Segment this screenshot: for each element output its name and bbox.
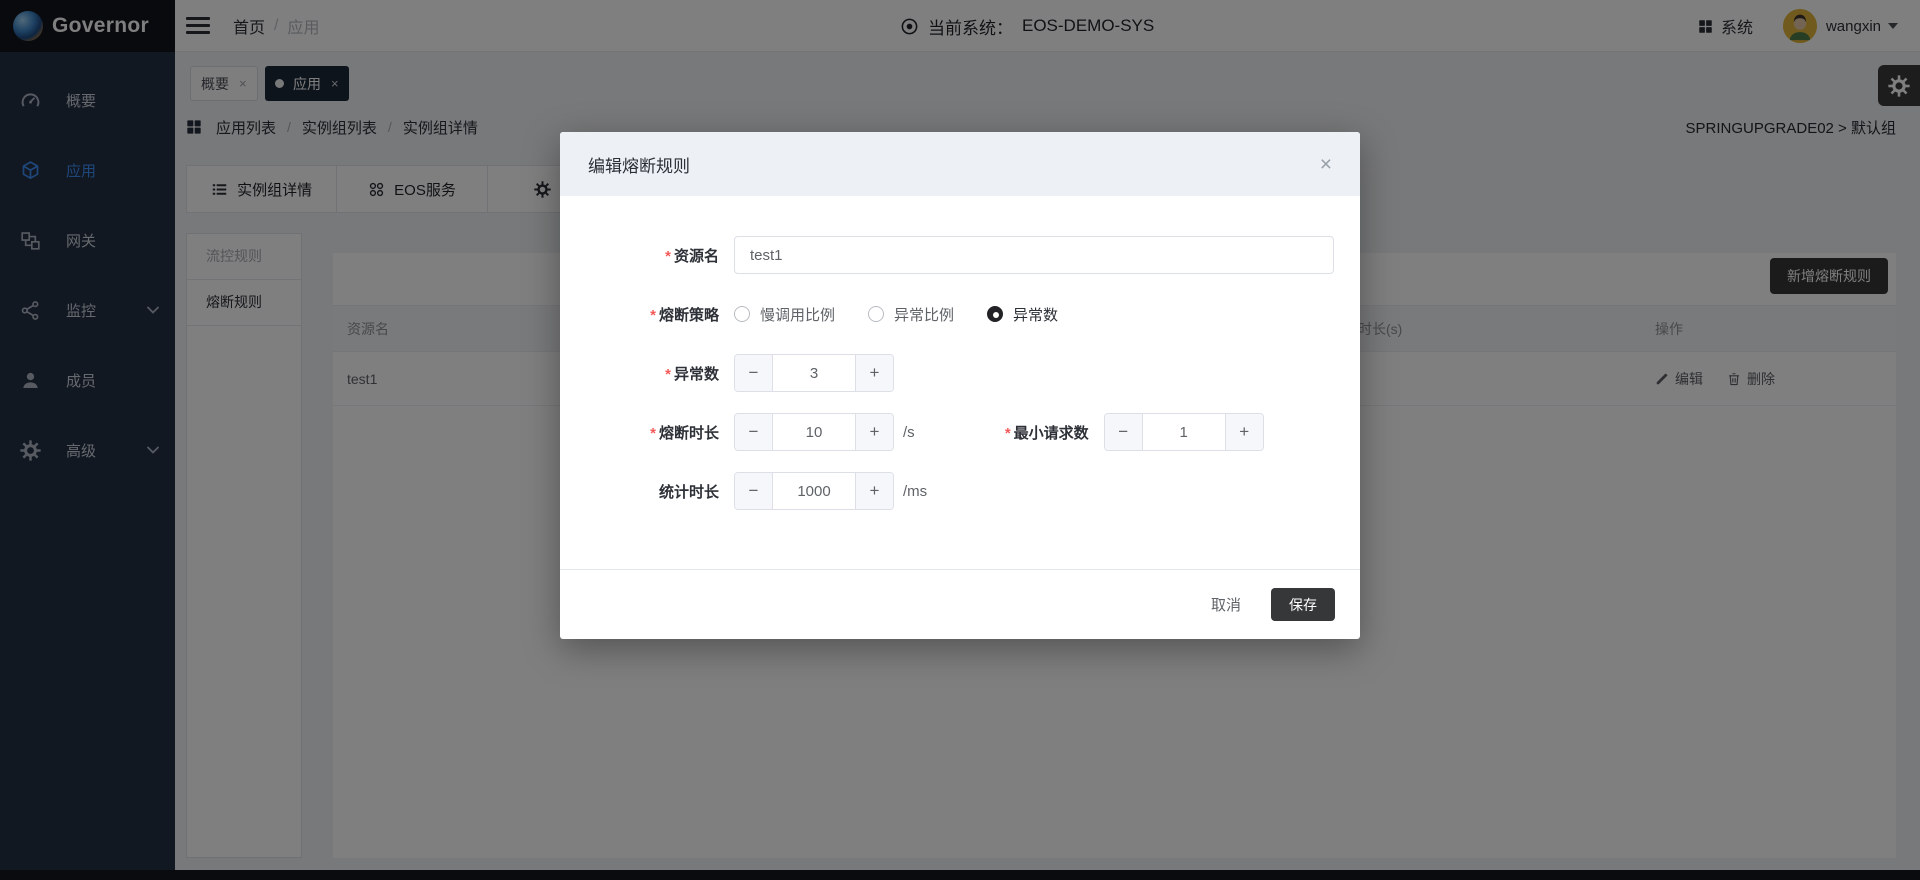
exception-count-label: *异常数 — [590, 363, 719, 384]
required-marker: * — [1005, 425, 1011, 442]
stat-duration-stepper: − 1000 + — [734, 472, 894, 510]
edit-rule-modal: 编辑熔断规则 × *资源名 *熔断策略 慢调用比例 异常比例 异常数 — [560, 132, 1360, 639]
stat-duration-unit: /ms — [903, 483, 927, 500]
required-marker: * — [650, 307, 656, 324]
duration-label: *熔断时长 — [590, 422, 719, 443]
radio-icon — [734, 306, 750, 322]
radio-label: 慢调用比例 — [760, 304, 835, 325]
stepper-value[interactable]: 3 — [773, 355, 855, 391]
min-requests-label: *最小请求数 — [974, 422, 1089, 443]
required-marker: * — [665, 366, 671, 383]
close-icon[interactable]: × — [1320, 154, 1332, 175]
decrement-button[interactable]: − — [735, 355, 773, 391]
stat-duration-label: 统计时长 — [590, 481, 719, 502]
strategy-label: *熔断策略 — [590, 304, 719, 325]
decrement-button[interactable]: − — [735, 414, 773, 450]
stepper-value[interactable]: 1 — [1143, 414, 1225, 450]
resource-label: *资源名 — [590, 245, 719, 266]
stepper-value[interactable]: 1000 — [773, 473, 855, 509]
modal-title: 编辑熔断规则 — [588, 152, 690, 177]
modal-body: *资源名 *熔断策略 慢调用比例 异常比例 异常数 *异常数 — [560, 196, 1360, 569]
decrement-button[interactable]: − — [735, 473, 773, 509]
exception-count-row: *异常数 − 3 + — [590, 354, 1335, 392]
radio-label: 异常数 — [1013, 304, 1058, 325]
decrement-button[interactable]: − — [1105, 414, 1143, 450]
cancel-button[interactable]: 取消 — [1211, 594, 1241, 615]
resource-input[interactable] — [734, 236, 1334, 274]
increment-button[interactable]: + — [855, 473, 893, 509]
radio-exception-count[interactable]: 异常数 — [987, 304, 1058, 325]
radio-label: 异常比例 — [894, 304, 954, 325]
resource-row: *资源名 — [590, 236, 1335, 274]
duration-row: *熔断时长 − 10 + /s *最小请求数 − 1 + — [590, 413, 1335, 451]
radio-exception-ratio[interactable]: 异常比例 — [868, 304, 954, 325]
modal-footer: 取消 保存 — [560, 569, 1360, 639]
increment-button[interactable]: + — [855, 414, 893, 450]
required-marker: * — [650, 425, 656, 442]
required-marker: * — [665, 248, 671, 265]
min-requests-stepper: − 1 + — [1104, 413, 1264, 451]
duration-stepper: − 10 + — [734, 413, 894, 451]
strategy-row: *熔断策略 慢调用比例 异常比例 异常数 — [590, 295, 1335, 333]
save-button[interactable]: 保存 — [1271, 588, 1335, 621]
modal-header: 编辑熔断规则 × — [560, 132, 1360, 196]
stepper-value[interactable]: 10 — [773, 414, 855, 450]
increment-button[interactable]: + — [855, 355, 893, 391]
radio-icon — [868, 306, 884, 322]
stat-duration-row: 统计时长 − 1000 + /ms — [590, 472, 1335, 510]
radio-icon — [987, 306, 1003, 322]
increment-button[interactable]: + — [1225, 414, 1263, 450]
radio-slow-call-ratio[interactable]: 慢调用比例 — [734, 304, 835, 325]
exception-count-stepper: − 3 + — [734, 354, 894, 392]
duration-unit: /s — [903, 424, 915, 441]
